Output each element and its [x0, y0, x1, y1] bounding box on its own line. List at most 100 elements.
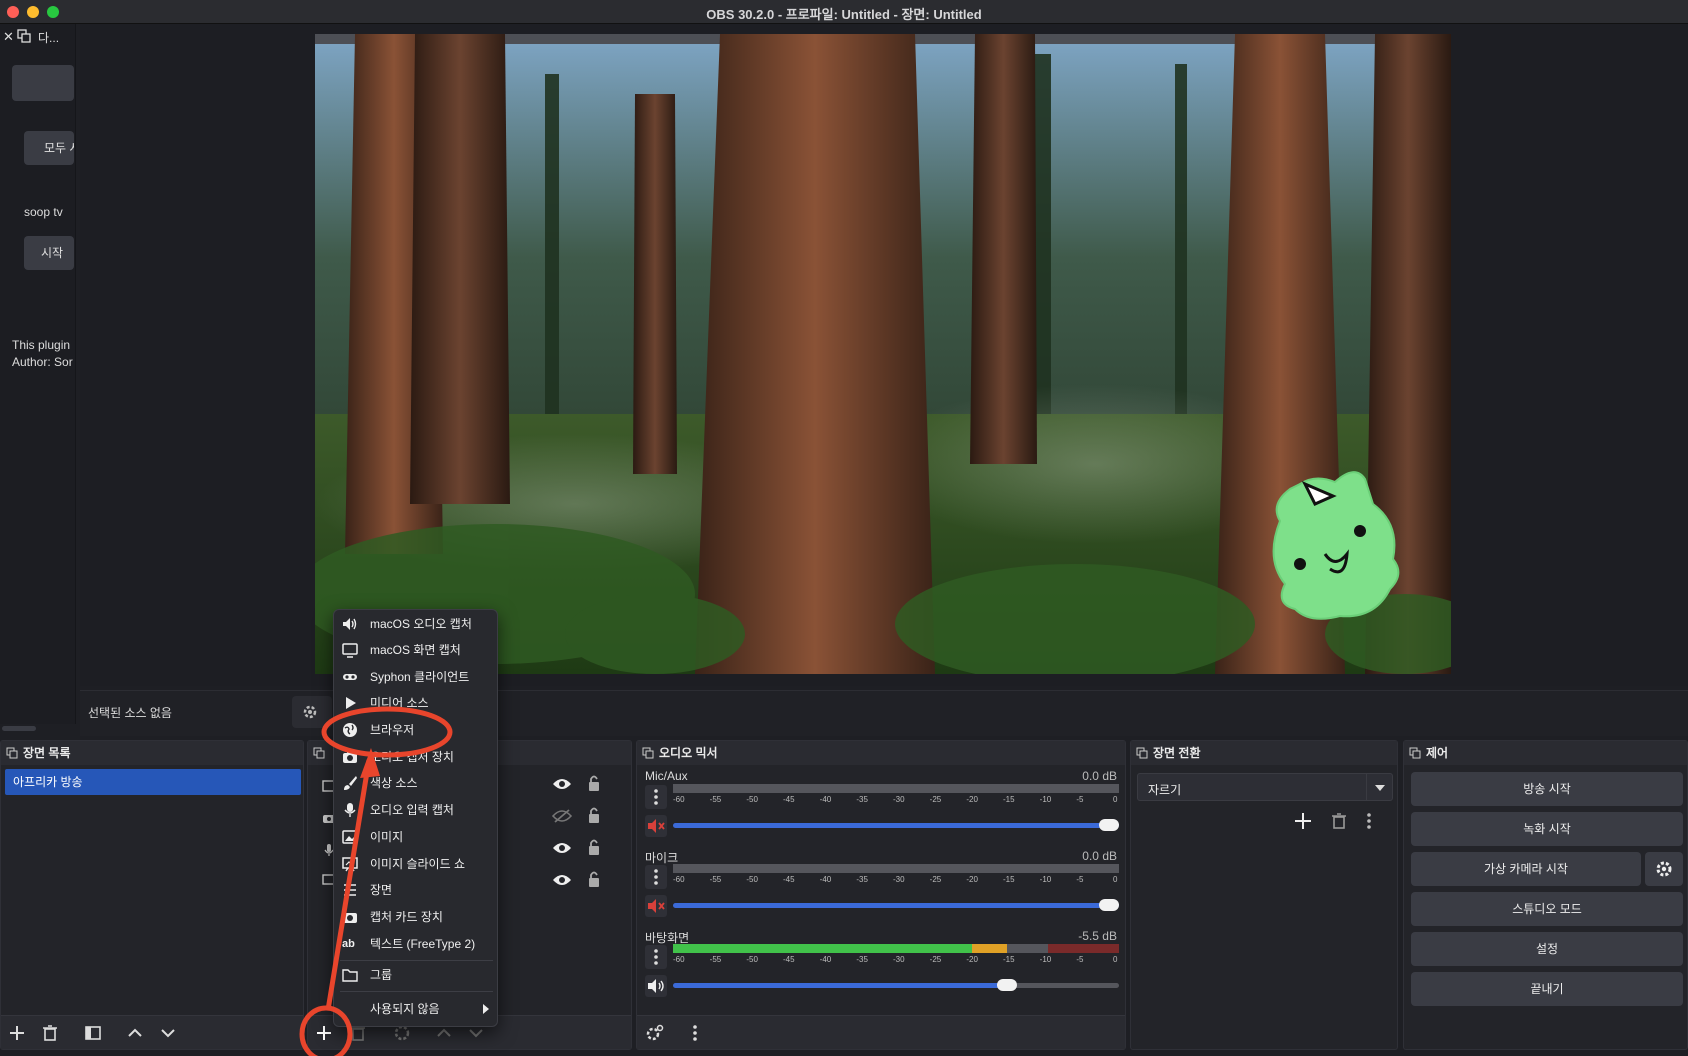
menu-item-macos-screen-capture[interactable]: macOS 화면 캡처 [334, 637, 499, 663]
meter-tick-label: 0 [1113, 795, 1118, 804]
dock-float-icon[interactable] [642, 747, 654, 759]
lock-icon[interactable] [587, 838, 601, 856]
volume-slider[interactable] [673, 823, 1119, 828]
muted-speaker-icon[interactable] [645, 895, 667, 917]
volume-slider[interactable] [673, 983, 1119, 988]
start-button[interactable]: 시작 [24, 236, 74, 270]
close-dock-icon[interactable]: ✕ [3, 29, 14, 45]
plugin-description: This plugin [12, 338, 71, 352]
dock-float-icon[interactable] [313, 747, 325, 759]
preview-canvas[interactable] [315, 34, 1451, 674]
meter-tick-label: -45 [783, 955, 795, 964]
channel-menu-icon[interactable] [645, 785, 667, 809]
channel-menu-icon[interactable] [645, 865, 667, 889]
visibility-eye-icon[interactable] [552, 873, 572, 887]
menu-item-media-source[interactable]: 미디어 소스 [334, 690, 499, 716]
channel-db-value: -5.5 dB [1078, 929, 1117, 943]
meter-tick-label: -50 [746, 795, 758, 804]
move-scene-down-icon[interactable] [158, 1023, 180, 1043]
menu-item-audio-input-capture[interactable]: 오디오 입력 캡처 [334, 797, 499, 823]
meter-tick-label: -50 [746, 955, 758, 964]
meter-tick-label: -60 [673, 875, 685, 884]
lock-icon[interactable] [587, 774, 601, 792]
dock-scrollbar[interactable] [2, 726, 36, 731]
channel-db-value: 0.0 dB [1082, 849, 1117, 863]
meter-tick-label: -55 [709, 875, 722, 884]
transition-menu-icon[interactable] [1359, 811, 1379, 831]
add-scene-icon[interactable] [7, 1023, 29, 1043]
menu-item-audio-capture-device[interactable]: 오디오 캡처 장치 [334, 744, 499, 770]
menu-separator [340, 960, 493, 961]
meter-tick-label: -20 [966, 795, 978, 804]
volume-slider-knob[interactable] [1099, 819, 1119, 831]
advanced-audio-icon[interactable] [645, 1023, 667, 1043]
mixer-menu-icon[interactable] [685, 1023, 707, 1043]
transition-select[interactable]: 자르기 [1137, 773, 1393, 801]
dock-float-icon[interactable] [17, 29, 31, 43]
menu-item-deprecated[interactable]: 사용되지 않음 [334, 996, 499, 1022]
muted-speaker-icon[interactable] [645, 815, 667, 837]
channel-menu-icon[interactable] [645, 945, 667, 969]
dock-float-icon[interactable] [1409, 747, 1421, 759]
visibility-hidden-icon[interactable] [552, 809, 572, 823]
menu-item-syphon-client[interactable]: Syphon 클라이언트 [334, 664, 499, 690]
mixer-footer [637, 1015, 1125, 1049]
menu-item-color-source[interactable]: 색상 소스 [334, 770, 499, 796]
channel-db-value: 0.0 dB [1082, 769, 1117, 783]
meter-tick-label: -50 [746, 875, 758, 884]
remove-scene-icon[interactable] [40, 1023, 62, 1043]
menu-item-image-slideshow[interactable]: 이미지 슬라이드 쇼 [334, 851, 499, 877]
meter-ticks: -60 -55 -50 -45 -40 -35 -30 -25 -20 -15 -10 -5 0 [673, 795, 1119, 807]
menu-item-image[interactable]: 이미지 [334, 824, 499, 850]
volume-slider-knob[interactable] [996, 979, 1017, 991]
meter-ticks: -60 -55 -50 -45 -40 -35 -30 -25 -20 -15 -10 -5 0 [673, 875, 1119, 887]
virtual-camera-settings-button[interactable] [1645, 852, 1683, 886]
menu-item-group[interactable]: 그룹 [334, 962, 499, 988]
remove-transition-icon[interactable] [1329, 811, 1349, 831]
volume-slider[interactable] [673, 903, 1119, 908]
slideshow-icon [342, 856, 358, 872]
monitor-icon [342, 642, 358, 658]
dock-float-icon[interactable] [6, 747, 18, 759]
text-icon: ab [342, 938, 355, 950]
all-button[interactable]: 모두 시 [24, 131, 74, 165]
scene-list-item[interactable]: 아프리카 방송 [5, 769, 301, 795]
speaker-icon[interactable] [645, 975, 667, 997]
menu-item-capture-card-device[interactable]: 캡처 카드 장치 [334, 904, 499, 930]
start-virtual-camera-button[interactable]: 가상 카메라 시작 [1411, 852, 1641, 886]
visibility-eye-icon[interactable] [552, 777, 572, 791]
menu-separator [340, 991, 493, 992]
menu-item-scene[interactable]: 장면 [334, 877, 499, 903]
gear-icon [1655, 860, 1673, 878]
visibility-eye-icon[interactable] [552, 841, 572, 855]
exit-button[interactable]: 끝내기 [1411, 972, 1683, 1006]
settings-button[interactable]: 설정 [1411, 932, 1683, 966]
mixer-channel: 바탕화면 -5.5 dB -60 -55 -50 -45 -40 -35 -30 -25 -20 -1… [637, 929, 1127, 1007]
menu-item-text-freetype[interactable]: ab 텍스트 (FreeType 2) [334, 931, 499, 957]
scene-filter-icon[interactable] [83, 1023, 105, 1043]
meter-tick-label: -25 [929, 795, 942, 804]
meter-tick-label: -35 [856, 875, 868, 884]
camera-icon [342, 749, 358, 765]
mixer-channel: Mic/Aux 0.0 dB -60 -55 -50 -45 -40 -35 -30 -25 -20… [637, 769, 1127, 847]
menu-item-macos-audio-capture[interactable]: macOS 오디오 캡처 [334, 611, 499, 637]
dock-blank-button[interactable] [12, 65, 74, 101]
meter-tick-label: -20 [966, 955, 978, 964]
controls-dock: 제어 방송 시작 녹화 시작 가상 카메라 시작 스튜디오 모드 설정 끝내기 [1403, 740, 1688, 1050]
start-recording-button[interactable]: 녹화 시작 [1411, 812, 1683, 846]
move-scene-up-icon[interactable] [125, 1023, 147, 1043]
syphon-icon [342, 669, 358, 685]
globe-icon [342, 722, 358, 738]
source-properties-button[interactable] [292, 696, 332, 728]
add-transition-icon[interactable] [1293, 811, 1313, 831]
add-source-icon[interactable] [314, 1023, 336, 1043]
volume-slider-knob[interactable] [1099, 899, 1119, 911]
lock-icon[interactable] [587, 870, 601, 888]
lock-icon[interactable] [587, 806, 601, 824]
studio-mode-button[interactable]: 스튜디오 모드 [1411, 892, 1683, 926]
speaker-icon [342, 616, 358, 632]
menu-item-browser[interactable]: 브라우저 [334, 717, 499, 743]
plugin-author: Author: Sor [12, 355, 73, 369]
dock-float-icon[interactable] [1136, 747, 1148, 759]
start-streaming-button[interactable]: 방송 시작 [1411, 772, 1683, 806]
